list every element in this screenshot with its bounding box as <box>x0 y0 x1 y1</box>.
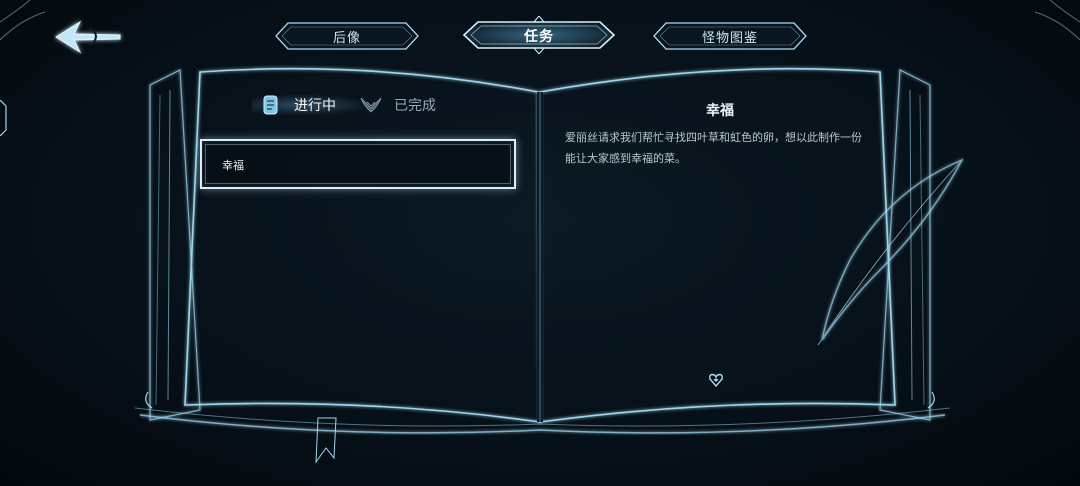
quest-list-item-title: 幸福 <box>222 159 244 172</box>
scroll-icon <box>263 95 278 115</box>
tab-bestiary[interactable]: 怪物图鉴 <box>652 20 808 52</box>
quest-detail-description: 爱丽丝请求我们帮忙寻找四叶草和虹色的卵，想以此制作一份能让大家感到幸福的菜。 <box>565 131 862 165</box>
feather-quill-icon <box>817 158 964 346</box>
quest-detail-title: 幸福 <box>706 103 734 119</box>
tab-quests-label: 任务 <box>524 29 554 45</box>
quest-journal-screen: 后像 任务 怪物图鉴 进行中 已完成 幸福 幸福 爱丽丝请求我们帮忙寻找四叶草和… <box>0 0 1080 486</box>
tab-quests[interactable]: 任务 <box>462 16 616 54</box>
tab-bestiary-label: 怪物图鉴 <box>701 30 758 46</box>
open-book-frame <box>0 0 1080 464</box>
status-tab-in-progress-label: 进行中 <box>294 98 336 114</box>
wings-icon <box>360 97 382 113</box>
status-tab-in-progress[interactable]: 进行中 <box>252 90 372 120</box>
quest-list-item-selected[interactable]: 幸福 <box>200 139 516 189</box>
back-button[interactable] <box>50 16 126 58</box>
status-tab-completed[interactable]: 已完成 <box>358 90 436 120</box>
heart-icon <box>709 373 723 387</box>
tab-afterimage[interactable]: 后像 <box>274 20 420 52</box>
side-drawer-handle[interactable] <box>0 100 8 136</box>
back-arrow-icon <box>55 20 121 54</box>
status-tab-completed-label: 已完成 <box>394 98 436 114</box>
tab-afterimage-label: 后像 <box>332 30 361 46</box>
